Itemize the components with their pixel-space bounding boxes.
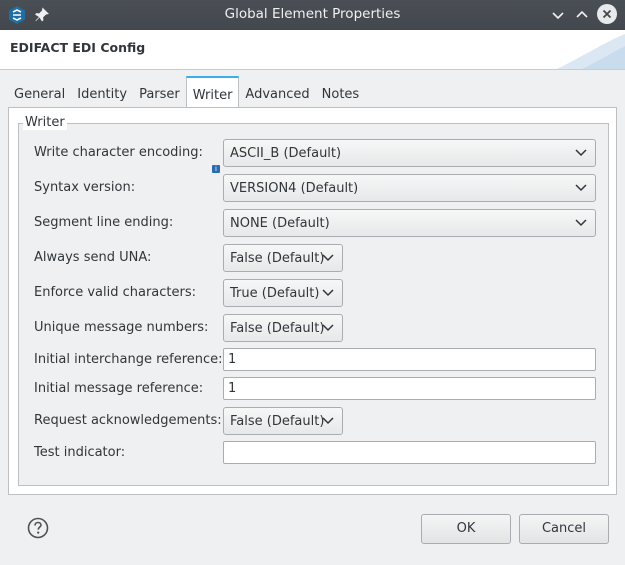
syntax-version-select[interactable]: VERSION4 (Default) <box>223 174 596 202</box>
char-encoding-value: ASCII_B (Default) <box>230 146 342 161</box>
segment-line-ending-select[interactable]: NONE (Default) <box>223 209 596 237</box>
header-decoration <box>557 34 625 69</box>
syntax-version-value: VERSION4 (Default) <box>230 181 359 196</box>
config-title: EDIFACT EDI Config <box>10 40 146 55</box>
unique-msg-numbers-select[interactable]: False (Default) <box>223 314 343 342</box>
title-bar: Global Element Properties <box>0 0 625 30</box>
always-send-una-value: False (Default) <box>230 251 325 266</box>
chevron-down-icon <box>575 219 587 227</box>
unique-msg-numbers-value: False (Default) <box>230 321 325 336</box>
chevron-down-icon <box>575 149 587 157</box>
segment-line-ending-label: Segment line ending: <box>34 215 174 230</box>
test-indicator-input[interactable] <box>223 441 596 464</box>
writer-group: Writer Write character encoding: i ASCII… <box>18 115 609 486</box>
tab-bar: General Identity Parser Writer Advanced … <box>8 76 365 108</box>
chevron-down-icon <box>322 324 334 332</box>
test-indicator-label: Test indicator: <box>34 445 126 460</box>
ok-button[interactable]: OK <box>421 514 511 544</box>
enforce-valid-chars-value: True (Default) <box>230 286 320 301</box>
initial-interchange-ref-input[interactable] <box>223 348 596 371</box>
help-icon[interactable] <box>27 517 49 539</box>
info-icon: i <box>212 165 220 173</box>
tab-parser[interactable]: Parser <box>133 76 186 108</box>
chevron-down-icon <box>322 417 334 425</box>
initial-interchange-ref-label: Initial interchange reference: <box>34 352 223 367</box>
initial-message-ref-input[interactable] <box>223 377 596 400</box>
chevron-down-icon <box>322 254 334 262</box>
request-acks-select[interactable]: False (Default) <box>223 407 343 435</box>
segment-line-ending-value: NONE (Default) <box>230 216 330 231</box>
cancel-button[interactable]: Cancel <box>519 514 609 544</box>
writer-group-title: Writer <box>23 115 67 130</box>
chevron-down-icon[interactable] <box>548 5 568 25</box>
config-header: EDIFACT EDI Config <box>0 30 625 70</box>
request-acks-value: False (Default) <box>230 414 325 429</box>
window-title: Global Element Properties <box>224 6 401 22</box>
tab-writer[interactable]: Writer <box>185 76 240 108</box>
chevron-down-icon <box>575 184 587 192</box>
chevron-down-icon <box>322 289 334 297</box>
char-encoding-label: Write character encoding: <box>34 145 203 160</box>
writer-tab-panel: Writer Write character encoding: i ASCII… <box>8 107 617 495</box>
tab-general[interactable]: General <box>8 76 71 108</box>
char-encoding-select[interactable]: ASCII_B (Default) <box>223 139 596 167</box>
chevron-up-icon[interactable] <box>572 5 592 25</box>
always-send-una-select[interactable]: False (Default) <box>223 244 343 272</box>
tab-identity[interactable]: Identity <box>71 76 133 108</box>
unique-msg-numbers-label: Unique message numbers: <box>34 320 209 335</box>
request-acks-label: Request acknowledgements: <box>34 413 222 428</box>
tab-notes[interactable]: Notes <box>316 76 366 108</box>
always-send-una-label: Always send UNA: <box>34 250 152 265</box>
syntax-version-label: Syntax version: <box>34 180 136 195</box>
enforce-valid-chars-select[interactable]: True (Default) <box>223 279 343 307</box>
close-icon[interactable] <box>597 4 617 24</box>
enforce-valid-chars-label: Enforce valid characters: <box>34 285 196 300</box>
tab-advanced[interactable]: Advanced <box>239 76 315 108</box>
initial-message-ref-label: Initial message reference: <box>34 381 204 396</box>
